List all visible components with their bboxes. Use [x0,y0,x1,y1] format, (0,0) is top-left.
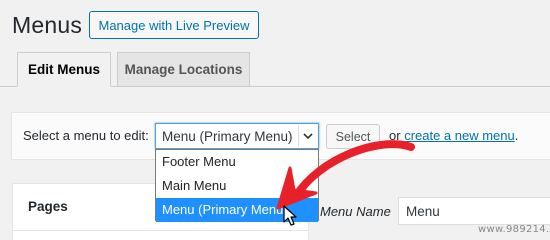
create-suffix: . [514,128,519,143]
tab-manage-locations[interactable]: Manage Locations [117,52,250,87]
watermark: www.989214.com [478,224,550,235]
pages-title[interactable]: Pages [28,199,68,214]
live-preview-button[interactable]: Manage with Live Preview [89,11,259,39]
menu-select[interactable]: Menu (Primary Menu) [155,123,319,149]
select-button[interactable]: Select [326,124,380,149]
tab-edit-menus[interactable]: Edit Menus [17,52,111,87]
dropdown-option-footer-menu[interactable]: Footer Menu [156,150,318,174]
create-new-menu-link[interactable]: create a new menu [404,128,515,143]
menu-name-input[interactable]: Menu [398,197,550,225]
menu-name-value: Menu [406,203,440,219]
page-title: Menus [12,12,83,38]
pages-divider [12,230,309,231]
dropdown-option-main-menu[interactable]: Main Menu [156,174,318,198]
mouse-cursor-icon [283,205,297,226]
select-menu-label: Select a menu to edit: [23,128,149,143]
create-menu-text: or create a new menu. [389,128,518,143]
create-prefix: or [389,128,401,143]
menu-select-value: Menu (Primary Menu) [162,128,293,144]
menu-name-label: Menu Name [320,204,391,219]
chevron-down-icon [298,126,316,146]
